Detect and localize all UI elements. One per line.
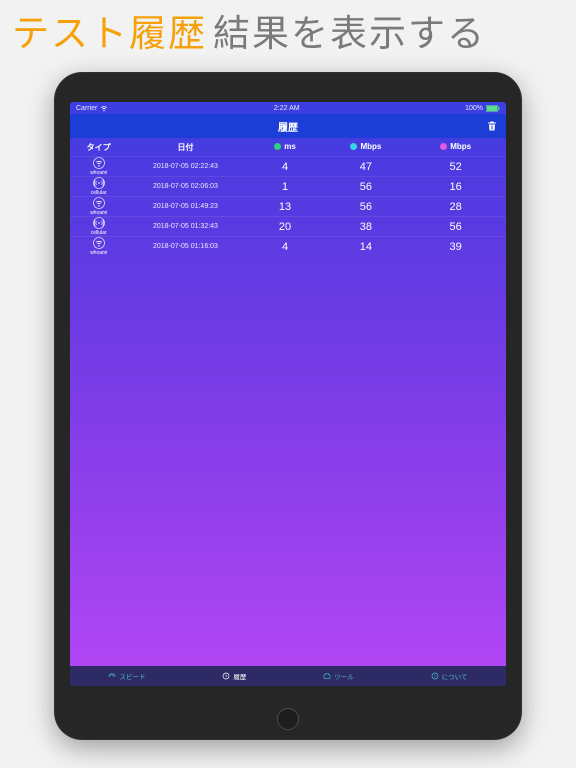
- row-date: 2018-07-05 01:49:23: [121, 203, 249, 210]
- col-down: Mbps: [360, 142, 381, 151]
- row-down: 14: [321, 241, 412, 253]
- row-date: 2018-07-05 02:22:43: [121, 163, 249, 170]
- tab-tools-label: ツール: [334, 671, 354, 681]
- battery-icon: [486, 105, 500, 112]
- table-row[interactable]: whoami 2018-07-05 02:22:4344752: [70, 156, 506, 176]
- row-date: 2018-07-05 01:16:03: [121, 243, 249, 250]
- table-row[interactable]: cellular 2018-07-05 02:06:0315616: [70, 176, 506, 196]
- row-net-label: cellular: [91, 230, 107, 236]
- status-time: 2:22 AM: [274, 105, 300, 112]
- status-bar: Carrier 2:22 AM 100%: [70, 102, 506, 114]
- download-dot-icon: [350, 143, 357, 150]
- row-up: 56: [411, 221, 500, 233]
- tab-about[interactable]: について: [431, 671, 468, 681]
- headline-rest: 結果を表示する: [213, 13, 486, 54]
- headline-accent: テスト履歴: [12, 13, 207, 54]
- row-net-label: whoami: [90, 250, 107, 256]
- status-battery-pct: 100%: [465, 105, 483, 112]
- row-net-label: cellular: [91, 190, 107, 196]
- navbar: 履歴: [70, 114, 506, 138]
- toolbox-icon: [323, 672, 331, 680]
- clock-icon: [222, 672, 230, 680]
- col-type: タイプ: [76, 142, 121, 153]
- navbar-title: 履歴: [278, 119, 298, 134]
- cellular-icon: [93, 217, 105, 229]
- col-up: Mbps: [450, 142, 471, 151]
- page-headline: テスト履歴結果を表示する: [0, 0, 576, 69]
- table-row[interactable]: whoami 2018-07-05 01:16:0341439: [70, 236, 506, 256]
- app-screen: Carrier 2:22 AM 100% 履歴 タイプ 日付 ms Mbps M…: [70, 102, 506, 686]
- status-carrier: Carrier: [76, 105, 97, 112]
- row-up: 28: [411, 201, 500, 213]
- tab-tools[interactable]: ツール: [323, 671, 354, 681]
- trash-icon[interactable]: [486, 120, 498, 132]
- info-icon: [431, 672, 439, 680]
- row-up: 16: [411, 181, 500, 193]
- row-net-label: whoami: [90, 210, 107, 216]
- table-row[interactable]: whoami 2018-07-05 01:49:23135628: [70, 196, 506, 216]
- col-date: 日付: [121, 142, 249, 153]
- row-up: 39: [411, 241, 500, 253]
- upload-dot-icon: [440, 143, 447, 150]
- row-ms: 1: [250, 181, 321, 193]
- row-date: 2018-07-05 02:06:03: [121, 183, 249, 190]
- tab-speed-label: スピード: [119, 671, 145, 681]
- row-down: 47: [321, 161, 412, 173]
- row-net-label: whoami: [90, 170, 107, 176]
- tab-speed[interactable]: スピード: [108, 671, 145, 681]
- device-frame: Carrier 2:22 AM 100% 履歴 タイプ 日付 ms Mbps M…: [54, 72, 522, 740]
- col-ms: ms: [284, 142, 296, 151]
- row-up: 52: [411, 161, 500, 173]
- tab-history-label: 履歴: [233, 671, 246, 681]
- wifi-icon: [93, 197, 105, 209]
- row-ms: 4: [250, 161, 321, 173]
- cellular-icon: [93, 177, 105, 189]
- gauge-icon: [108, 672, 116, 680]
- tab-bar: スピード 履歴 ツール について: [70, 666, 506, 686]
- table-body: whoami2018-07-05 02:22:4344752cellular20…: [70, 156, 506, 256]
- tab-history[interactable]: 履歴: [222, 671, 246, 681]
- table-header: タイプ 日付 ms Mbps Mbps: [70, 138, 506, 156]
- tab-about-label: について: [442, 671, 468, 681]
- table-row[interactable]: cellular 2018-07-05 01:32:43203856: [70, 216, 506, 236]
- row-down: 38: [321, 221, 412, 233]
- wifi-icon: [100, 104, 108, 112]
- row-down: 56: [321, 201, 412, 213]
- wifi-icon: [93, 157, 105, 169]
- row-down: 56: [321, 181, 412, 193]
- wifi-icon: [93, 237, 105, 249]
- ping-dot-icon: [274, 143, 281, 150]
- row-date: 2018-07-05 01:32:43: [121, 223, 249, 230]
- row-ms: 4: [250, 241, 321, 253]
- row-ms: 20: [250, 221, 321, 233]
- home-button[interactable]: [277, 708, 299, 730]
- row-ms: 13: [250, 201, 321, 213]
